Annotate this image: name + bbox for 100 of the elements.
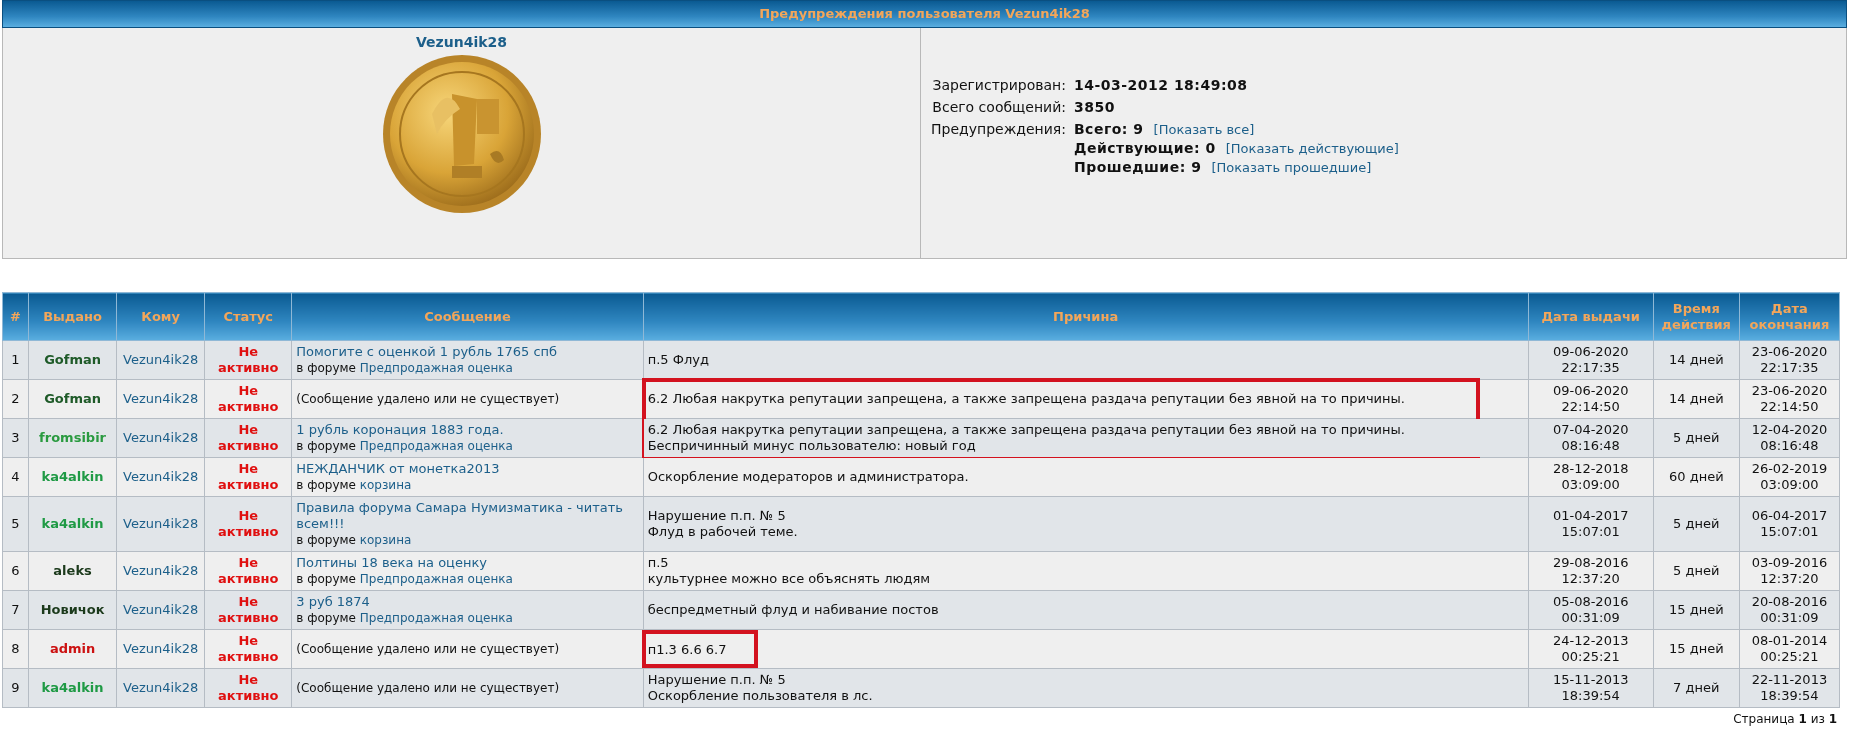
filter-link[interactable]: [Показать все] — [1153, 120, 1255, 139]
reason-text: 6.2 Любая накрутка репутации запрещена, а также запрещена раздача репутации без явной на то причины. Беспричинный минус пользователю: новый год — [647, 422, 1406, 454]
status-text: Не активно — [204, 496, 292, 552]
issue-date: 28-12-2018 03:09:00 — [1528, 457, 1654, 497]
forum-prefix: в форуме — [296, 611, 356, 625]
field-value: Всего: 9 — [1073, 120, 1144, 139]
topic-link[interactable]: НЕЖДАНЧИК от монетка2013 — [296, 461, 639, 477]
duration: 14 дней — [1653, 379, 1740, 419]
issuer-name[interactable]: fromsibir — [28, 418, 117, 458]
topic-link[interactable]: Помогите с оценкой 1 рубль 1765 спб — [296, 344, 639, 360]
duration: 5 дней — [1653, 418, 1740, 458]
pagination-text: Страница 1 из 1 — [1733, 712, 1837, 726]
forum-prefix: в форуме — [296, 361, 356, 375]
column-header: Причина — [643, 292, 1529, 341]
reason-text: Нарушение п.п. № 5 Флуд в рабочей теме. — [647, 508, 799, 540]
issuer-name[interactable]: Gofman — [28, 340, 117, 380]
end-date: 12-04-2020 08:16:48 — [1739, 418, 1840, 458]
column-header: Время действия — [1653, 292, 1740, 341]
forum-prefix: в форуме — [296, 533, 356, 547]
row-number: 7 — [2, 590, 29, 630]
issuer-name[interactable]: ka4alkin — [28, 668, 117, 708]
forum-link[interactable]: Предпродажная оценка — [359, 611, 513, 625]
issuer-name[interactable]: Gofman — [28, 379, 117, 419]
issue-date: 09-06-2020 22:14:50 — [1528, 379, 1654, 419]
column-header: Сообщение — [291, 292, 644, 341]
recipient-name[interactable]: Vezun4ik28 — [116, 457, 205, 497]
issuer-name[interactable]: Новичок — [28, 590, 117, 630]
reason-text: п.5 Флуд — [647, 352, 710, 368]
status-text: Не активно — [204, 418, 292, 458]
column-header: Кому — [116, 292, 205, 341]
username[interactable]: Vezun4ik28 — [416, 34, 507, 50]
field-value: 14-03-2012 18:49:08 — [1073, 76, 1248, 95]
topic-link[interactable]: Правила форума Самара Нумизматика - читать всем!!! — [296, 500, 639, 532]
status-text: Не активно — [204, 551, 292, 591]
duration: 5 дней — [1653, 496, 1740, 552]
row-number: 6 — [2, 551, 29, 591]
row-number: 1 — [2, 340, 29, 380]
issuer-name[interactable]: aleks — [28, 551, 117, 591]
duration: 7 дней — [1653, 668, 1740, 708]
issuer-name[interactable]: ka4alkin — [28, 457, 117, 497]
issue-date: 24-12-2013 00:25:21 — [1528, 629, 1654, 669]
issuer-name[interactable]: ka4alkin — [28, 496, 117, 552]
end-date: 03-09-2016 12:37:20 — [1739, 551, 1840, 591]
status-text: Не активно — [204, 629, 292, 669]
topic-link[interactable]: 1 рубль коронация 1883 года. — [296, 422, 639, 438]
recipient-name[interactable]: Vezun4ik28 — [116, 590, 205, 630]
reason-text: 6.2 Любая накрутка репутации запрещена, а также запрещена раздача репутации без явной на то причины. — [647, 391, 1406, 407]
recipient-name[interactable]: Vezun4ik28 — [116, 379, 205, 419]
issue-date: 29-08-2016 12:37:20 — [1528, 551, 1654, 591]
column-header: # — [2, 292, 29, 341]
row-number: 4 — [2, 457, 29, 497]
row-number: 9 — [2, 668, 29, 708]
forum-link[interactable]: корзина — [359, 478, 412, 492]
recipient-name[interactable]: Vezun4ik28 — [116, 629, 205, 669]
recipient-name[interactable]: Vezun4ik28 — [116, 668, 205, 708]
recipient-name[interactable]: Vezun4ik28 — [116, 340, 205, 380]
filter-link[interactable]: [Показать действующие] — [1225, 139, 1399, 158]
message-note: (Сообщение удалено или не существует) — [296, 642, 560, 656]
status-text: Не активно — [204, 668, 292, 708]
status-text: Не активно — [204, 340, 292, 380]
issuer-name[interactable]: admin — [28, 629, 117, 669]
forum-prefix: в форуме — [296, 572, 356, 586]
end-date: 23-06-2020 22:14:50 — [1739, 379, 1840, 419]
field-label: Всего сообщений: — [931, 98, 1066, 117]
status-text: Не активно — [204, 457, 292, 497]
row-number: 5 — [2, 496, 29, 552]
end-date: 23-06-2020 22:17:35 — [1739, 340, 1840, 380]
end-date: 08-01-2014 00:25:21 — [1739, 629, 1840, 669]
forum-link[interactable]: корзина — [359, 533, 412, 547]
duration: 5 дней — [1653, 551, 1740, 591]
topic-link[interactable]: Полтины 18 века на оценку — [296, 555, 639, 571]
recipient-name[interactable]: Vezun4ik28 — [116, 551, 205, 591]
status-text: Не активно — [204, 590, 292, 630]
reason-text: беспредметный флуд и набивание постов — [647, 602, 940, 618]
recipient-name[interactable]: Vezun4ik28 — [116, 496, 205, 552]
duration: 14 дней — [1653, 340, 1740, 380]
message-note: (Сообщение удалено или не существует) — [296, 681, 560, 695]
field-label: Зарегистрирован: — [931, 76, 1066, 95]
end-date: 06-04-2017 15:07:01 — [1739, 496, 1840, 552]
forum-link[interactable]: Предпродажная оценка — [359, 439, 513, 453]
page-title: Предупреждения пользователя Vezun4ik28 — [2, 0, 1847, 28]
row-number: 3 — [2, 418, 29, 458]
field-value: Действующие: 0 — [1073, 139, 1216, 158]
duration: 15 дней — [1653, 590, 1740, 630]
filter-link[interactable]: [Показать прошедшие] — [1211, 158, 1372, 177]
message-note: (Сообщение удалено или не существует) — [296, 392, 560, 406]
reason-text: п1.3 6.6 6.7 — [641, 629, 759, 668]
forum-prefix: в форуме — [296, 478, 356, 492]
column-header: Выдано — [28, 292, 117, 341]
field-value: 3850 — [1073, 98, 1115, 117]
issue-date: 15-11-2013 18:39:54 — [1528, 668, 1654, 708]
forum-link[interactable]: Предпродажная оценка — [359, 361, 513, 375]
reason-text: п.5 культурнее можно все объяснять людям — [647, 555, 931, 587]
column-header: Дата окончания — [1739, 292, 1840, 341]
issue-date: 05-08-2016 00:31:09 — [1528, 590, 1654, 630]
reason-text: Оскорбление модераторов и администратора. — [647, 469, 970, 485]
issue-date: 07-04-2020 08:16:48 — [1528, 418, 1654, 458]
topic-link[interactable]: 3 руб 1874 — [296, 594, 639, 610]
forum-link[interactable]: Предпродажная оценка — [359, 572, 513, 586]
recipient-name[interactable]: Vezun4ik28 — [116, 418, 205, 458]
